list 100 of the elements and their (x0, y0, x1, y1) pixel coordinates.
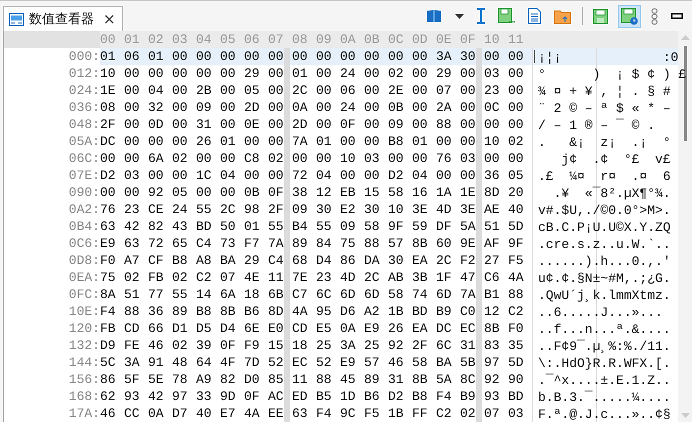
byte-cell-text: 25 (364, 337, 381, 354)
byte-cell-text: 92 (484, 371, 501, 388)
byte-cell-text: 00 (100, 150, 117, 167)
byte-cell: 15 (268, 337, 292, 354)
text-preview: ..F¢9¯.µ¸%:%./11. (538, 339, 671, 354)
document-icon[interactable] (525, 5, 544, 27)
byte-cell-text: EA (412, 252, 429, 269)
byte-cell-text: F4 (316, 405, 333, 422)
byte-cell-text: 00 (124, 150, 141, 167)
byte-cell-text: 01 (412, 133, 429, 150)
column-header: 00 (100, 31, 117, 48)
byte-cell-text: 48 (172, 354, 189, 371)
byte-cell-text: 16 (412, 184, 429, 201)
byte-cell-text: 0C (484, 99, 501, 116)
byte-cell-text: 5D (508, 218, 525, 235)
byte-cell-text: 40 (196, 405, 213, 422)
byte-cell-text: 55 (172, 286, 189, 303)
byte-cell: 8D (268, 303, 292, 320)
byte-cell-text: 68 (292, 252, 309, 269)
byte-cell-text: 00 (364, 133, 381, 150)
byte-cell-text: 15 (364, 184, 381, 201)
byte-cell-text: 00 (148, 167, 165, 184)
byte-cell-text: 25 (316, 337, 333, 354)
byte-cell-text: 9F (508, 235, 525, 252)
column-header: 02 (148, 31, 165, 48)
byte-cell-text: 91 (148, 354, 165, 371)
byte-cell-text: 00 (508, 48, 525, 65)
byte-cell-text: 63 (100, 218, 117, 235)
byte-cell-text: 00 (508, 99, 525, 116)
byte-cell-text: 6C (436, 337, 453, 354)
byte-cell-text: B8 (388, 133, 405, 150)
byte-cell-text: 06 (124, 48, 141, 65)
byte-cell-text: 6D (436, 286, 453, 303)
byte-cell-text: 00 (172, 167, 189, 184)
viewer-tab[interactable]: 数值查看器 × (3, 6, 123, 31)
floppy-disk-clock-icon[interactable] (618, 4, 641, 28)
byte-cell-text: D0 (244, 371, 261, 388)
byte-cell-text: D9 (100, 337, 117, 354)
byte-cell-text: 63 (124, 235, 141, 252)
byte-cell-text: 01 (316, 133, 333, 150)
byte-cell-text: C2 (196, 269, 213, 286)
byte-cell-text: 01 (292, 65, 309, 82)
byte-cell: 31 (460, 337, 484, 354)
byte-cell: 7A (460, 286, 484, 303)
byte-cell-text: 46 (148, 337, 165, 354)
byte-cell-text: 4A (244, 405, 261, 422)
byte-cell-text: 00 (508, 82, 525, 99)
byte-cell-text: 00 (316, 48, 333, 65)
byte-cell-text: 00 (388, 48, 405, 65)
byte-cell-text: 09 (292, 201, 309, 218)
byte-cell-text: 03 (364, 150, 381, 167)
byte-cell-text: 09 (388, 116, 405, 133)
byte-cell-text: 57 (364, 354, 381, 371)
byte-cell-text: 75 (340, 235, 357, 252)
byte-cell-text: 09 (340, 218, 357, 235)
byte-cell-text: F7 (244, 235, 261, 252)
byte-cell-text: 00 (172, 82, 189, 99)
byte-cell: 00 (268, 167, 292, 184)
byte-cell-text: 00 (220, 116, 237, 133)
column-header: 0E (436, 31, 453, 48)
byte-cell-text: B9 (436, 303, 453, 320)
byte-cell-text: C2 (508, 303, 525, 320)
byte-cell-text: 00 (316, 116, 333, 133)
byte-cell-text: 55 (196, 201, 213, 218)
byte-cell-text: 03 (484, 65, 501, 82)
byte-cell-text: 23 (316, 269, 333, 286)
byte-cell: 02 (460, 405, 484, 422)
byte-cell-text: 00 (364, 116, 381, 133)
byte-cell-text: 42 (148, 388, 165, 405)
byte-cell-text: D7 (172, 405, 189, 422)
byte-cell-text: 07 (220, 269, 237, 286)
byte-cell-text: 00 (100, 184, 117, 201)
offset-label: 0D8: (68, 252, 100, 269)
byte-cell-text: 23 (124, 201, 141, 218)
text-preview: u¢.¢.§N±~#M,.;¿G. (538, 271, 671, 286)
column-header: 0B (364, 31, 381, 48)
byte-cell-text: 26 (388, 320, 405, 337)
text-cursor-icon[interactable] (474, 5, 488, 27)
byte-cell-text: 4D (436, 201, 453, 218)
byte-cell-text: 10 (100, 65, 117, 82)
byte-cell: 00 (460, 99, 484, 116)
byte-cell-text: 42 (124, 218, 141, 235)
close-button[interactable]: × (103, 12, 116, 26)
byte-cell-text: 8A (100, 286, 117, 303)
byte-cell: 30 (460, 48, 484, 65)
byte-cell-text: 46 (100, 405, 117, 422)
byte-cell-text: 5E (148, 371, 165, 388)
minimize-icon[interactable] (668, 10, 686, 22)
byte-cell-text: C2 (436, 405, 453, 422)
byte-cell-text: F9 (244, 337, 261, 354)
byte-cell-text: D5 (196, 320, 213, 337)
byte-cell-text: 14 (196, 286, 213, 303)
column-header: 09 (316, 31, 333, 48)
byte-cell-text: 00 (124, 99, 141, 116)
byte-cell: 02 (268, 150, 292, 167)
byte-cell-text: 0B (244, 184, 261, 201)
row-highlight[interactable]: 01 06 01 00 00 00 00 00 00 00 00 00 00 00 3A 30 00 00 ¡¦¡ :0 (100, 48, 678, 65)
byte-cell-text: 82 (220, 371, 237, 388)
byte-cell-text: 45 (340, 371, 357, 388)
byte-cell-text: 58 (364, 218, 381, 235)
